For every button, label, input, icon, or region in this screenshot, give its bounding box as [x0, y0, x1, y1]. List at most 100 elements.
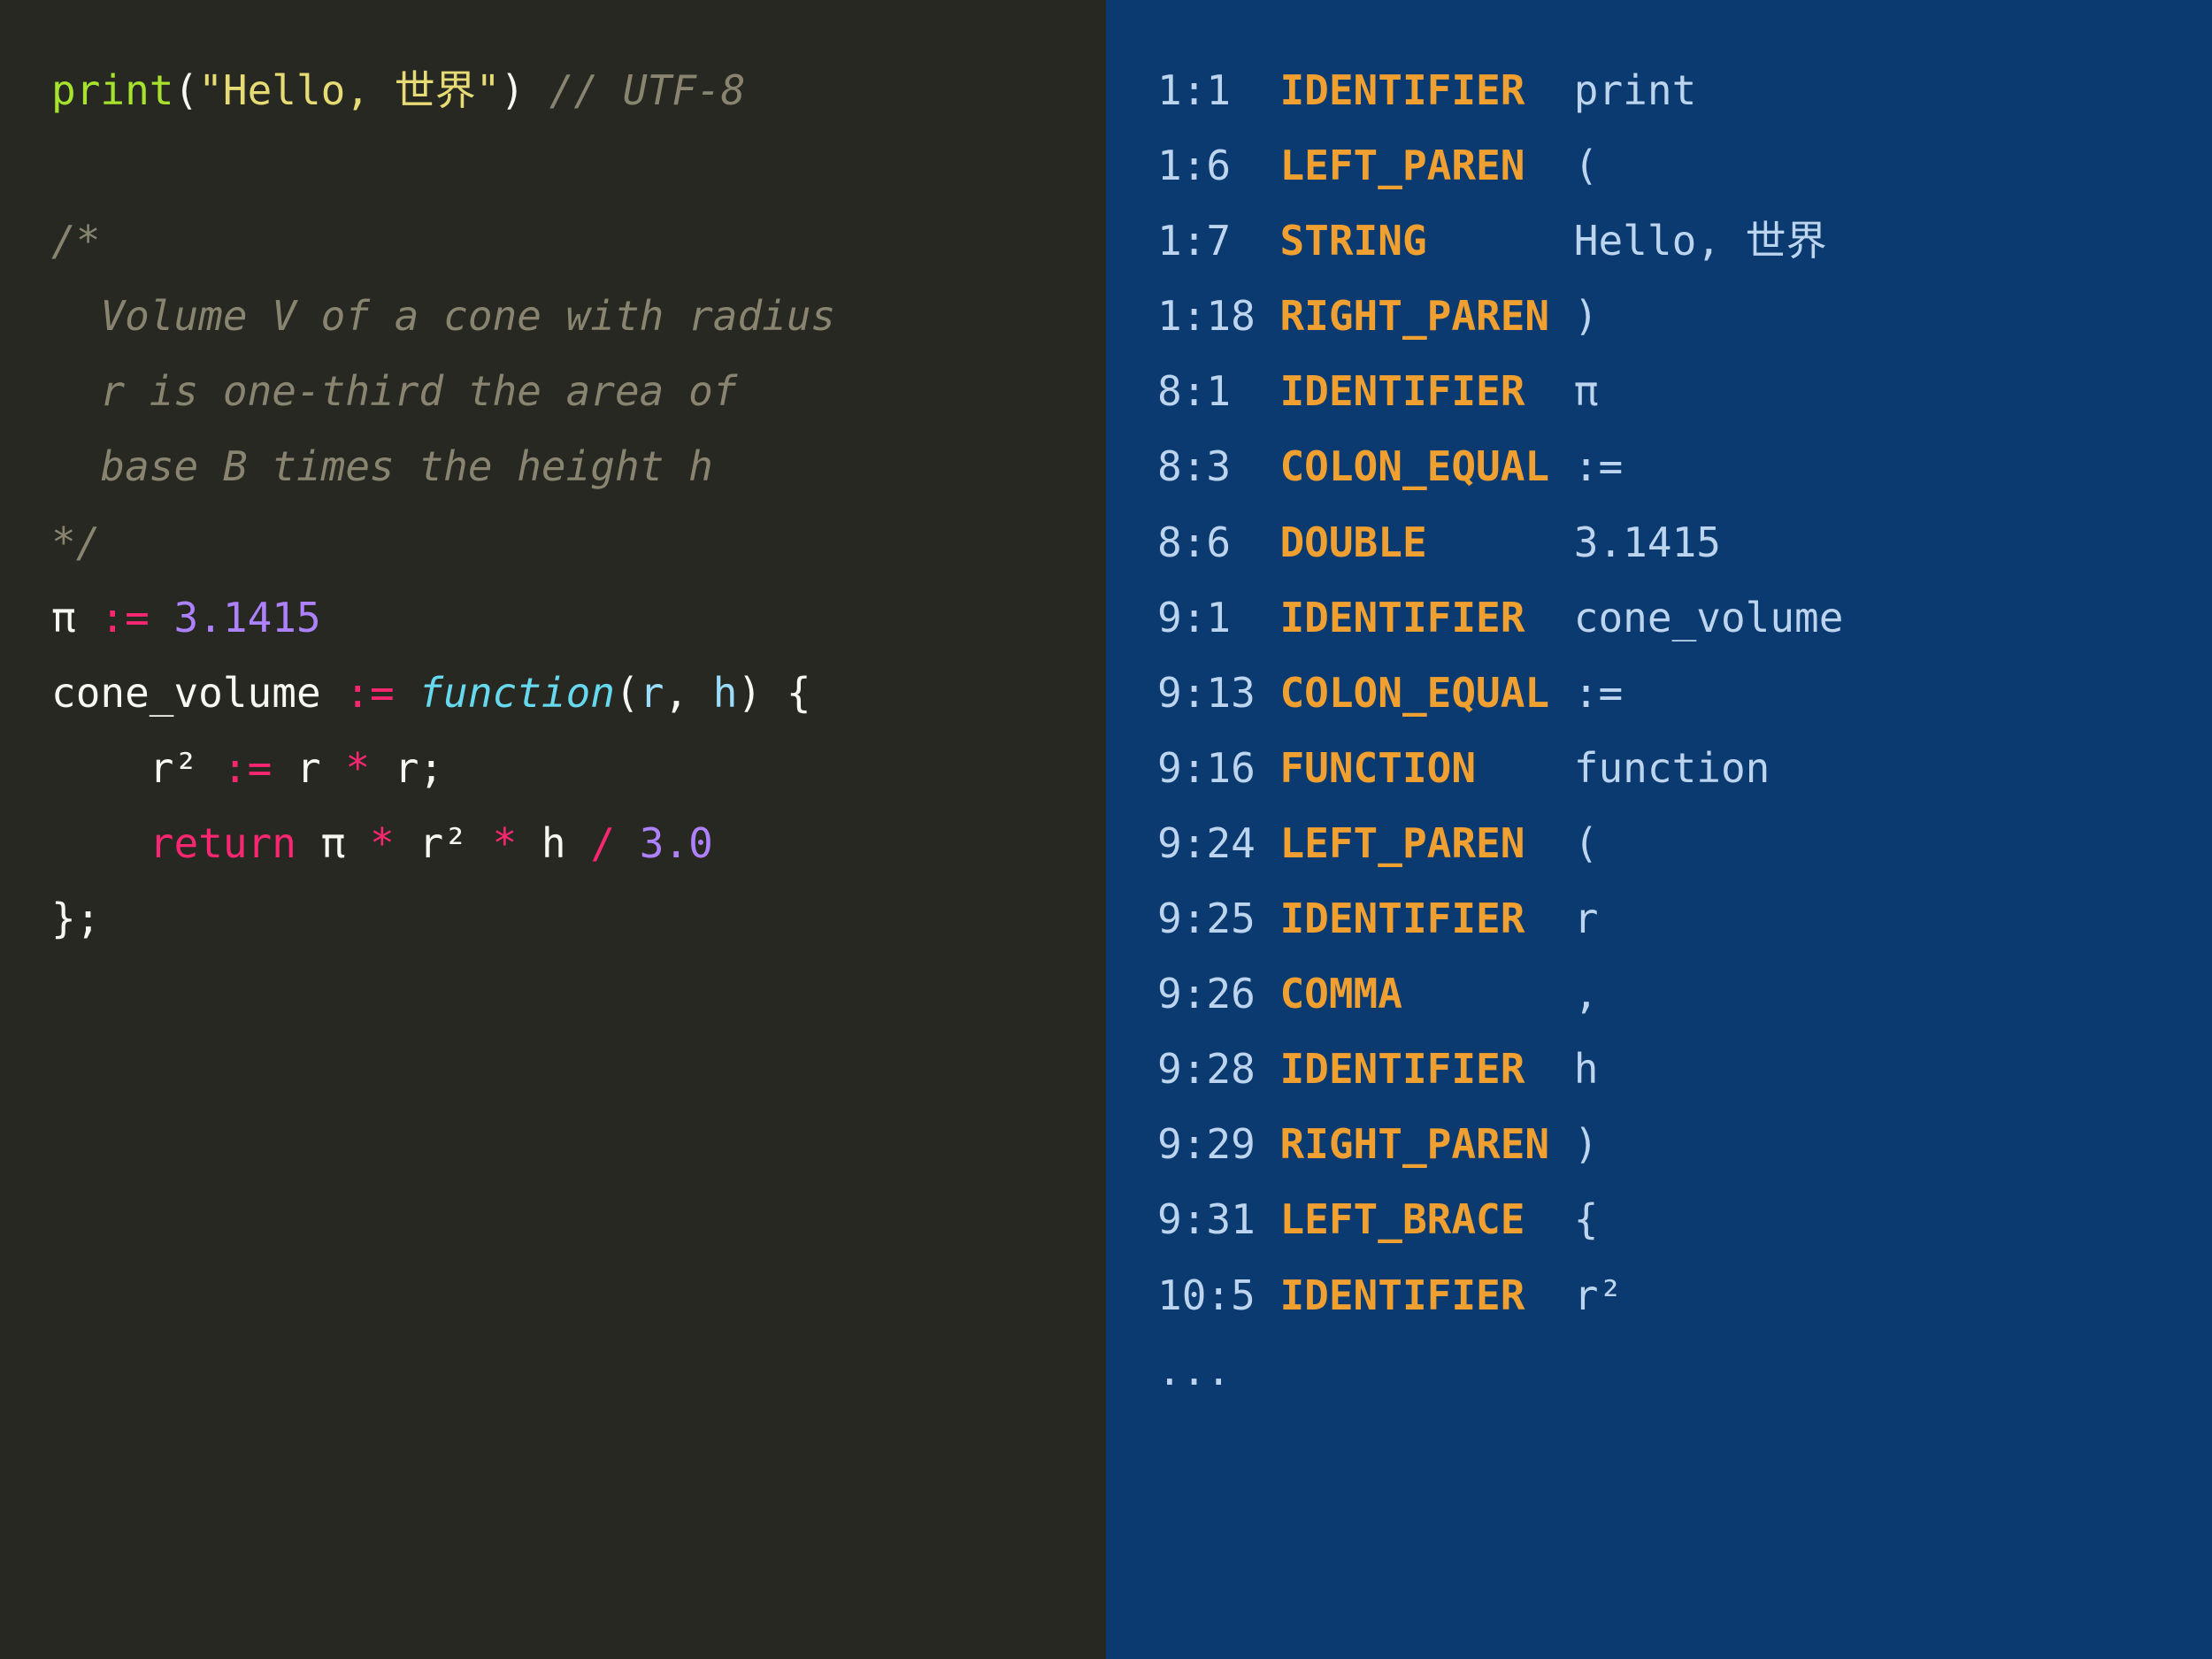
code-token: V: [272, 292, 296, 340]
token-lexeme: r²: [1574, 1271, 1623, 1319]
code-token: [525, 66, 549, 114]
token-type: LEFT_PAREN: [1279, 128, 1573, 204]
code-token: h: [713, 669, 738, 717]
code-token: ,: [664, 669, 712, 717]
code-token: :=: [345, 669, 394, 717]
token-row: 9:26COMMA,: [1157, 956, 2161, 1032]
token-lexeme: function: [1574, 744, 1770, 792]
code-line: base B times the height h: [51, 429, 1055, 504]
code-token: B: [223, 442, 248, 490]
code-token: return: [150, 819, 296, 867]
code-token: /*: [51, 217, 100, 265]
token-lexeme: 3.1415: [1574, 518, 1721, 566]
token-type: RIGHT_PAREN: [1279, 279, 1573, 354]
token-position: 9:28: [1157, 1032, 1279, 1107]
code-line: [51, 128, 1055, 204]
code-token: (: [173, 66, 198, 114]
token-row: 1:1IDENTIFIERprint: [1157, 53, 2161, 128]
token-position: 10:5: [1157, 1258, 1279, 1333]
code-token: "Hello, 世界": [198, 66, 500, 114]
code-token: (: [615, 669, 640, 717]
code-line: cone_volume := function(r, h) {: [51, 656, 1055, 731]
token-position: 1:18: [1157, 279, 1279, 354]
token-lexeme: :=: [1574, 442, 1623, 490]
code-token: r: [370, 744, 419, 792]
token-position: 9:13: [1157, 656, 1279, 731]
token-position: 8:1: [1157, 354, 1279, 429]
source-code-pane: print("Hello, 世界") // UTF-8 /* Volume V …: [0, 0, 1106, 1659]
code-token: [395, 669, 419, 717]
token-row: 9:25IDENTIFIERr: [1157, 881, 2161, 956]
token-position: 1:1: [1157, 53, 1279, 128]
ellipsis: ...: [1157, 1333, 2161, 1409]
code-token: *: [493, 819, 518, 867]
token-lexeme: π: [1574, 367, 1599, 415]
code-token: π: [296, 819, 370, 867]
code-token: // UTF-8: [549, 66, 746, 114]
token-type: STRING: [1279, 204, 1573, 279]
code-line: π := 3.1415: [51, 580, 1055, 656]
token-position: 1:7: [1157, 204, 1279, 279]
token-position: 9:31: [1157, 1182, 1279, 1257]
token-position: 9:25: [1157, 881, 1279, 956]
token-type: LEFT_BRACE: [1279, 1182, 1573, 1257]
code-token: 3.1415: [173, 594, 320, 641]
token-stream-pane: 1:1IDENTIFIERprint1:6LEFT_PAREN(1:7STRIN…: [1106, 0, 2212, 1659]
token-lexeme: ): [1574, 1120, 1599, 1168]
code-token: ): [500, 66, 525, 114]
code-token: [51, 367, 100, 415]
token-lexeme: {: [1574, 1195, 1599, 1243]
token-row: 10:5IDENTIFIERr²: [1157, 1258, 2161, 1333]
token-row: 8:6DOUBLE3.1415: [1157, 505, 2161, 580]
code-token: r: [100, 367, 125, 415]
code-token: ;: [419, 744, 443, 792]
token-row: 1:7STRINGHello, 世界: [1157, 204, 2161, 279]
token-type: DOUBLE: [1279, 505, 1573, 580]
token-type: IDENTIFIER: [1279, 53, 1573, 128]
code-token: cone_volume: [51, 669, 345, 717]
token-lexeme: ,: [1574, 970, 1599, 1018]
token-position: 9:16: [1157, 731, 1279, 806]
token-position: 8:3: [1157, 429, 1279, 504]
token-type: IDENTIFIER: [1279, 1258, 1573, 1333]
code-token: Volume: [51, 292, 272, 340]
token-row: 9:31LEFT_BRACE{: [1157, 1182, 2161, 1257]
code-token: print: [51, 66, 173, 114]
token-lexeme: ): [1574, 292, 1599, 340]
token-type: IDENTIFIER: [1279, 354, 1573, 429]
code-line: print("Hello, 世界") // UTF-8: [51, 53, 1055, 128]
token-row: 9:29RIGHT_PAREN): [1157, 1107, 2161, 1182]
code-token: *: [345, 744, 370, 792]
code-token: π: [51, 594, 100, 641]
token-type: LEFT_PAREN: [1279, 806, 1573, 881]
code-line: /*: [51, 204, 1055, 279]
token-type: COLON_EQUAL: [1279, 429, 1573, 504]
code-line: r² := r * r;: [51, 731, 1055, 806]
code-token: of a cone with radius: [296, 292, 835, 340]
code-line: return π * r² * h / 3.0: [51, 806, 1055, 881]
code-token: */: [51, 518, 100, 566]
token-position: 9:29: [1157, 1107, 1279, 1182]
code-token: };: [51, 895, 100, 942]
token-row: 9:13COLON_EQUAL:=: [1157, 656, 2161, 731]
code-line: */: [51, 505, 1055, 580]
code-token: r: [272, 744, 345, 792]
token-lexeme: print: [1574, 66, 1696, 114]
code-line: r is one-third the area of: [51, 354, 1055, 429]
token-row: 9:24LEFT_PAREN(: [1157, 806, 2161, 881]
code-token: :=: [100, 594, 149, 641]
code-token: ) {: [738, 669, 811, 717]
token-row: 1:18RIGHT_PAREN): [1157, 279, 2161, 354]
code-token: :=: [223, 744, 272, 792]
token-type: RIGHT_PAREN: [1279, 1107, 1573, 1182]
code-token: [150, 594, 174, 641]
token-lexeme: Hello, 世界: [1574, 217, 1827, 265]
code-token: base: [51, 442, 223, 490]
code-token: h: [688, 442, 713, 490]
code-token: *: [370, 819, 395, 867]
code-token: 3.0: [640, 819, 713, 867]
token-row: 8:3COLON_EQUAL:=: [1157, 429, 2161, 504]
token-position: 9:24: [1157, 806, 1279, 881]
token-row: 9:28IDENTIFIERh: [1157, 1032, 2161, 1107]
token-type: FUNCTION: [1279, 731, 1573, 806]
